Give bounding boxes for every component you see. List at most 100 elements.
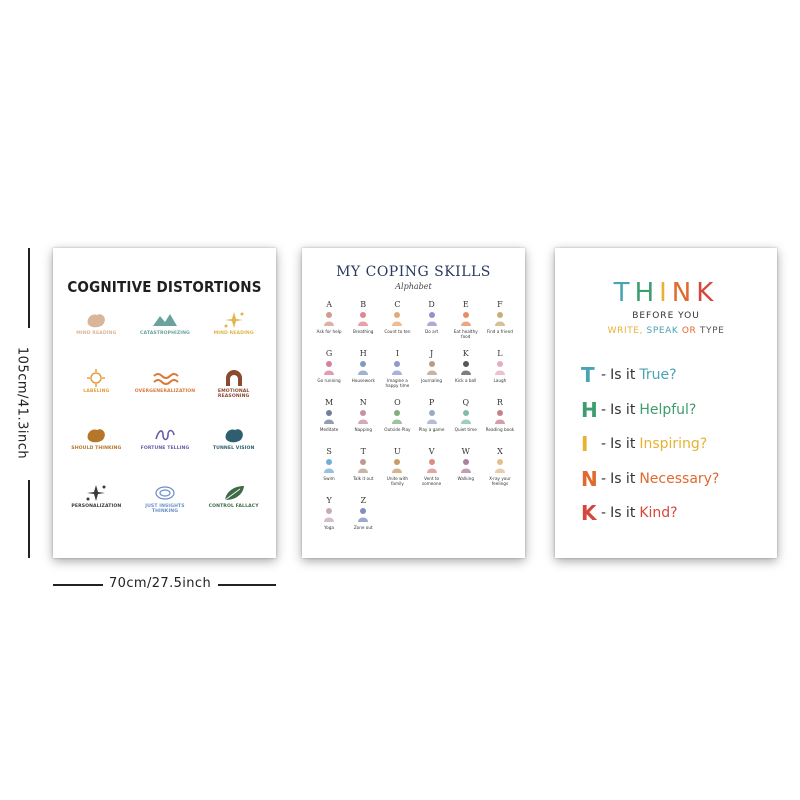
cognitive-distortions-poster: COGNITIVE DISTORTIONS MIND READING CATAST…: [53, 248, 276, 558]
distortion-name: SHOULD THINKING: [71, 446, 122, 451]
skill-label: Ask for help: [316, 329, 342, 334]
skill-letter: S: [326, 447, 332, 456]
question-word: Kind?: [639, 505, 678, 522]
coping-skill-item: J Journaling: [415, 349, 449, 392]
skill-letter: Y: [326, 496, 332, 505]
skill-label: Outside Play: [384, 427, 411, 432]
distortion-card: PERSONALIZATION: [65, 483, 128, 541]
question-dash: -: [601, 436, 607, 453]
width-line-left: [53, 584, 103, 586]
skill-label: Kick a ball: [455, 378, 477, 383]
question-prefix: Is it: [610, 470, 636, 487]
blob-icon: [225, 429, 243, 443]
question-word: Necessary?: [639, 470, 720, 487]
think-letter: K: [696, 278, 719, 308]
skill-label: Swim: [323, 476, 335, 481]
distortion-name: LABELING: [83, 388, 110, 394]
alphabet-grid: A Ask for help B Breathing C Count to ten D Do …: [312, 300, 517, 539]
distortion-name: MIND READING: [76, 331, 117, 336]
skill-illustration-icon: [460, 410, 471, 424]
skill-label: Quiet time: [454, 427, 477, 432]
loop-icon: [155, 485, 175, 500]
skill-letter: O: [394, 398, 401, 407]
skill-illustration-icon: [460, 361, 471, 375]
distortion-card: MIND READING: [202, 310, 265, 368]
coping-skill-item: D Do art: [415, 300, 449, 343]
think-letter: H: [634, 278, 660, 308]
distortion-name: MIND READING: [213, 331, 254, 336]
skill-illustration-icon: [358, 508, 369, 522]
skill-illustration-icon: [460, 312, 471, 326]
skill-letter: A: [326, 300, 332, 309]
skill-label: Zone out: [353, 525, 373, 530]
skill-letter: F: [497, 300, 503, 309]
distortion-card: FORTUNE TELLING: [134, 425, 197, 483]
skill-illustration-icon: [392, 410, 403, 424]
coping-skill-item: E Eat healthy food: [449, 300, 483, 343]
question-letter: T: [581, 363, 595, 388]
coping-skill-item: A Ask for help: [312, 300, 346, 343]
distortion-card: CATASTROPHIZING: [134, 310, 197, 368]
coping-skill-item: M Meditate: [312, 398, 346, 441]
question-letter: N: [581, 466, 598, 491]
skill-illustration-icon: [324, 508, 335, 522]
skill-illustration-icon: [426, 410, 437, 424]
question-prefix: Is it: [610, 401, 636, 418]
sparkles-icon: [224, 312, 244, 328]
skill-label: Go running: [317, 378, 341, 383]
arch-icon: [225, 369, 242, 386]
think-question: N - Is it Necessary?: [581, 462, 771, 497]
skill-letter: G: [325, 349, 333, 358]
skill-letter: I: [395, 349, 399, 358]
skill-letter: V: [428, 447, 435, 456]
height-line-bottom: [28, 480, 30, 558]
distortion-card: LABELING: [65, 368, 128, 426]
skill-illustration-icon: [324, 361, 335, 375]
distortion-name: TUNNEL VISION: [212, 446, 255, 451]
skill-label: Reading book: [485, 427, 515, 432]
coping-skill-item: C Count to ten: [380, 300, 414, 343]
coping-skill-item: K Kick a ball: [449, 349, 483, 392]
skill-illustration-icon: [358, 410, 369, 424]
skill-illustration-icon: [392, 459, 403, 473]
skill-illustration-icon: [460, 459, 471, 473]
skill-illustration-icon: [494, 410, 505, 424]
skill-letter: J: [429, 349, 434, 358]
skill-label: Imagine a happy time: [385, 378, 410, 388]
coping-skill-item: S Swim: [312, 447, 346, 490]
coping-skill-item: P Play a game: [415, 398, 449, 441]
skill-label: Laugh: [493, 378, 507, 383]
skill-letter: L: [497, 349, 503, 358]
skill-illustration-icon: [324, 410, 335, 424]
skill-letter: W: [461, 447, 470, 456]
question-letter: I: [581, 432, 589, 457]
distortion-card: OVERGENERALIZATION: [134, 368, 197, 426]
leaf-icon: [224, 485, 244, 500]
poster-title: COGNITIVE DISTORTIONS: [67, 278, 262, 296]
distortion-name: JUST INSIGHTS THINKING: [145, 503, 185, 514]
skill-letter: D: [428, 300, 435, 309]
height-label: 105cm/41.3inch: [14, 346, 30, 460]
skill-illustration-icon: [426, 361, 437, 375]
question-word: Inspiring?: [639, 436, 708, 453]
think-poster: THINK BEFORE YOU WRITE, SPEAK OR TYPE T-…: [555, 248, 777, 558]
skill-label: X-ray your feelings: [489, 476, 511, 486]
think-letter: I: [659, 278, 672, 308]
skill-illustration-icon: [392, 312, 403, 326]
sun-icon: [87, 368, 106, 387]
coping-skill-item: W Walking: [449, 447, 483, 490]
skill-label: Unite with family: [386, 476, 409, 486]
question-letter: H: [581, 397, 598, 422]
blob-icon: [87, 429, 106, 443]
distortion-name: CONTROL FALLACY: [208, 503, 259, 509]
think-question: I - Is it Inspiring?: [581, 427, 771, 462]
question-prefix: Is it: [610, 436, 636, 453]
distortion-card: JUST INSIGHTS THINKING: [134, 483, 197, 541]
question-word: Helpful?: [639, 401, 697, 418]
coping-skill-item: X X-ray your feelings: [483, 447, 517, 490]
question-letter: K: [581, 501, 597, 526]
skill-illustration-icon: [324, 459, 335, 473]
coping-skill-item: Q Quiet time: [449, 398, 483, 441]
question-dash: -: [601, 505, 607, 522]
skill-letter: C: [394, 300, 401, 309]
